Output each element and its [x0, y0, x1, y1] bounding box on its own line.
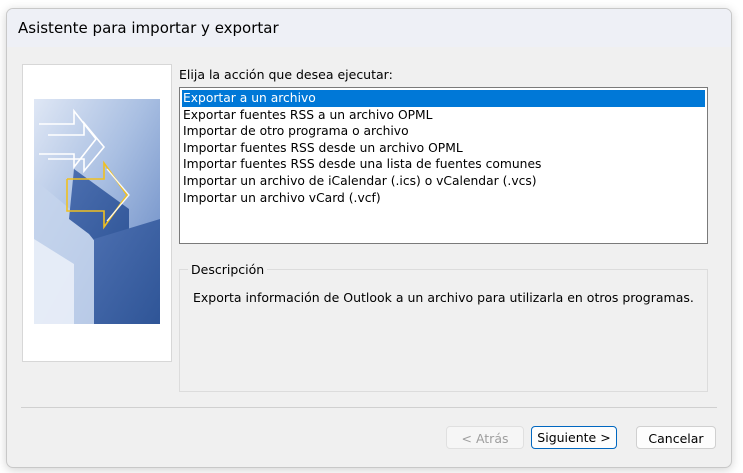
title-bar[interactable]: Asistente para importar y exportar: [7, 9, 731, 47]
description-legend: Descripción: [188, 262, 268, 277]
import-export-wizard-window: Asistente para importar y exportar Elija…: [6, 8, 732, 468]
list-item[interactable]: Importar fuentes RSS desde un archivo OP…: [182, 140, 705, 157]
cancel-button[interactable]: Cancelar: [636, 426, 716, 449]
list-item[interactable]: Importar fuentes RSS desde una lista de …: [182, 156, 705, 173]
wizard-arrows-illustration: [34, 99, 160, 324]
list-item[interactable]: Exportar a un archivo: [182, 90, 705, 107]
list-item[interactable]: Exportar fuentes RSS a un archivo OPML: [182, 107, 705, 124]
description-groupbox: Descripción Exporta información de Outlo…: [179, 262, 708, 392]
footer-separator: [21, 407, 717, 408]
list-item[interactable]: Importar un archivo de iCalendar (.ics) …: [182, 173, 705, 190]
next-button[interactable]: Siguiente >: [531, 426, 617, 449]
action-prompt-label: Elija la acción que desea ejecutar:: [179, 67, 393, 82]
action-listbox[interactable]: Exportar a un archivo Exportar fuentes R…: [179, 87, 708, 244]
window-title: Asistente para importar y exportar: [18, 19, 279, 37]
description-text: Exporta información de Outlook a un arch…: [193, 290, 694, 305]
list-item[interactable]: Importar un archivo vCard (.vcf): [182, 190, 705, 207]
wizard-illustration-panel: [22, 64, 172, 362]
back-button[interactable]: < Atrás: [446, 426, 524, 449]
list-item[interactable]: Importar de otro programa o archivo: [182, 123, 705, 140]
